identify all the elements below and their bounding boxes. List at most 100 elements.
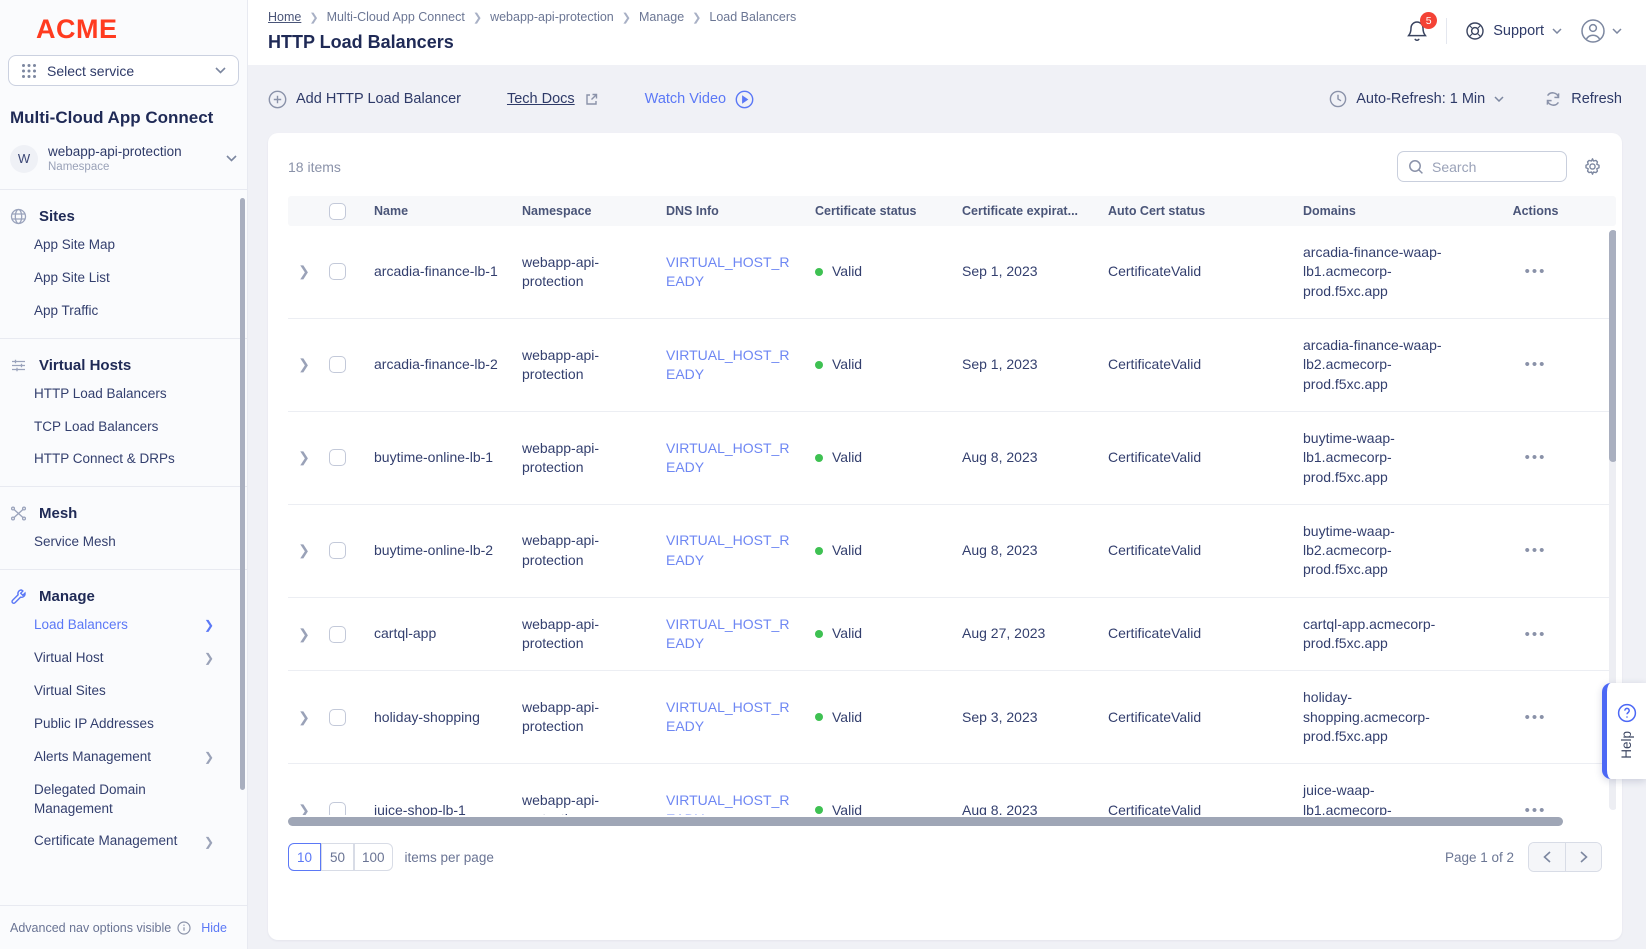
cell-dns-info[interactable]: VIRTUAL_HOST_READY: [666, 253, 815, 292]
column-header-name[interactable]: Name: [374, 204, 522, 218]
cell-dns-info[interactable]: VIRTUAL_HOST_READY: [666, 791, 815, 815]
cell-dns-info[interactable]: VIRTUAL_HOST_READY: [666, 531, 815, 570]
row-expander[interactable]: ❯: [288, 709, 320, 726]
row-actions-menu[interactable]: •••: [1463, 709, 1616, 726]
row-checkbox[interactable]: [329, 709, 346, 726]
row-checkbox[interactable]: [329, 542, 346, 559]
column-header-certificate-expiration[interactable]: Certificate expirat...: [962, 204, 1108, 218]
product-title: Multi-Cloud App Connect: [8, 86, 239, 142]
row-actions-menu[interactable]: •••: [1463, 356, 1616, 373]
sidebar-item-http-load-balancers[interactable]: HTTP Load Balancers: [0, 378, 247, 411]
cell-domains: cartql-app.acmecorp-prod.f5xc.app: [1303, 615, 1463, 654]
page-size-100-button[interactable]: 100: [354, 843, 393, 871]
next-page-button[interactable]: [1565, 843, 1601, 871]
table-horizontal-scrollbar-track: [288, 817, 1602, 826]
row-checkbox[interactable]: [329, 449, 346, 466]
breadcrumb-manage[interactable]: Manage: [639, 10, 684, 24]
row-expander[interactable]: ❯: [288, 802, 320, 815]
sidebar-scrollbar[interactable]: [240, 198, 245, 790]
row-checkbox[interactable]: [329, 802, 346, 815]
hide-nav-link[interactable]: Hide: [201, 921, 227, 935]
auto-refresh-dropdown[interactable]: Auto-Refresh: 1 Min: [1329, 90, 1504, 108]
chevron-separator-icon: ❯: [622, 11, 631, 24]
advanced-nav-label: Advanced nav options visible: [10, 921, 171, 935]
avatar: [1580, 18, 1606, 44]
sidebar-item-virtual-host[interactable]: Virtual Host ❯: [0, 642, 247, 675]
sidebar-item-tcp-load-balancers[interactable]: TCP Load Balancers: [0, 411, 247, 444]
app-window: ACME Select service Multi-Cloud App Conn…: [0, 0, 1646, 949]
sidebar-item-app-traffic[interactable]: App Traffic: [0, 295, 247, 328]
support-menu[interactable]: Support: [1465, 21, 1562, 41]
globe-icon: [10, 208, 27, 225]
column-header-certificate-status[interactable]: Certificate status: [815, 204, 962, 218]
cell-dns-info[interactable]: VIRTUAL_HOST_READY: [666, 615, 815, 654]
sidebar-item-public-ip-addresses[interactable]: Public IP Addresses: [0, 708, 247, 741]
row-expander[interactable]: ❯: [288, 356, 320, 373]
table-row: ❯ buytime-online-lb-1 webapp-api-protect…: [288, 412, 1616, 505]
row-actions-menu[interactable]: •••: [1463, 263, 1616, 280]
sidebar-item-app-site-list[interactable]: App Site List: [0, 262, 247, 295]
watch-video-link[interactable]: Watch Video: [645, 90, 754, 109]
row-actions-menu[interactable]: •••: [1463, 626, 1616, 643]
row-expander[interactable]: ❯: [288, 626, 320, 643]
refresh-button[interactable]: Refresh: [1544, 90, 1622, 108]
notifications-button[interactable]: 5: [1406, 19, 1428, 43]
sidebar-item-http-connect-drps[interactable]: HTTP Connect & DRPs: [0, 443, 247, 476]
column-header-auto-cert-status[interactable]: Auto Cert status: [1108, 204, 1303, 218]
breadcrumb-home[interactable]: Home: [268, 10, 301, 24]
column-header-namespace[interactable]: Namespace: [522, 204, 666, 218]
tech-docs-link[interactable]: Tech Docs: [507, 91, 599, 107]
row-actions-menu[interactable]: •••: [1463, 542, 1616, 559]
cell-dns-info[interactable]: VIRTUAL_HOST_READY: [666, 698, 815, 737]
service-picker-dropdown[interactable]: Select service: [8, 55, 239, 86]
help-tab[interactable]: Help: [1602, 683, 1646, 779]
search-input[interactable]: [1432, 159, 1542, 175]
cell-name: cartql-app: [374, 624, 522, 643]
sidebar-item-service-mesh[interactable]: Service Mesh: [0, 526, 247, 559]
sidebar-item-load-balancers[interactable]: Load Balancers ❯: [0, 609, 247, 642]
breadcrumb-load-balancers[interactable]: Load Balancers: [709, 10, 796, 24]
column-header-actions: Actions: [1463, 204, 1616, 218]
cell-certificate-status: Valid: [832, 708, 862, 727]
page-size-50-button[interactable]: 50: [321, 843, 354, 871]
row-expander[interactable]: ❯: [288, 449, 320, 466]
cell-dns-info[interactable]: VIRTUAL_HOST_READY: [666, 439, 815, 478]
breadcrumb-namespace[interactable]: webapp-api-protection: [490, 10, 614, 24]
row-actions-menu[interactable]: •••: [1463, 802, 1616, 815]
account-menu[interactable]: [1580, 18, 1622, 44]
sidebar-item-certificate-management[interactable]: Certificate Management ❯: [0, 825, 247, 858]
chevron-right-icon: ❯: [204, 834, 214, 851]
row-actions-menu[interactable]: •••: [1463, 449, 1616, 466]
cell-dns-info[interactable]: VIRTUAL_HOST_READY: [666, 346, 815, 385]
row-expander[interactable]: ❯: [288, 263, 320, 280]
sidebar-item-virtual-sites[interactable]: Virtual Sites: [0, 675, 247, 708]
row-expander[interactable]: ❯: [288, 542, 320, 559]
help-label: Help: [1619, 731, 1634, 759]
nav-section-sites: Sites App Site Map App Site List App Tra…: [0, 190, 247, 339]
cell-namespace: webapp-api-protection: [522, 346, 666, 385]
select-all-checkbox[interactable]: [329, 203, 346, 220]
breadcrumb-multi-cloud-app-connect[interactable]: Multi-Cloud App Connect: [327, 10, 465, 24]
row-checkbox[interactable]: [329, 356, 346, 373]
gear-icon[interactable]: [1583, 157, 1602, 176]
previous-page-button[interactable]: [1529, 843, 1565, 871]
cell-certificate-status: Valid: [832, 355, 862, 374]
add-http-load-balancer-button[interactable]: Add HTTP Load Balancer: [268, 90, 461, 109]
row-checkbox[interactable]: [329, 263, 346, 280]
sidebar-item-delegated-domain-management[interactable]: Delegated Domain Management: [0, 774, 247, 826]
notification-badge: 5: [1420, 12, 1437, 29]
cell-auto-cert-status: CertificateValid: [1108, 801, 1303, 815]
cell-name: arcadia-finance-lb-2: [374, 355, 522, 374]
column-header-dns-info[interactable]: DNS Info: [666, 204, 815, 218]
namespace-selector[interactable]: W webapp-api-protection Namespace: [8, 142, 239, 189]
column-header-domains[interactable]: Domains: [1303, 204, 1463, 218]
page-size-10-button[interactable]: 10: [288, 843, 321, 871]
table-horizontal-scrollbar[interactable]: [288, 817, 1563, 826]
row-checkbox[interactable]: [329, 626, 346, 643]
namespace-name: webapp-api-protection: [48, 144, 216, 159]
top-header: Home ❯ Multi-Cloud App Connect ❯ webapp-…: [248, 0, 1646, 65]
cell-certificate-status: Valid: [832, 262, 862, 281]
sidebar-item-app-site-map[interactable]: App Site Map: [0, 229, 247, 262]
sidebar-item-alerts-management[interactable]: Alerts Management ❯: [0, 741, 247, 774]
table-body: ❯ arcadia-finance-lb-1 webapp-api-protec…: [288, 226, 1616, 815]
